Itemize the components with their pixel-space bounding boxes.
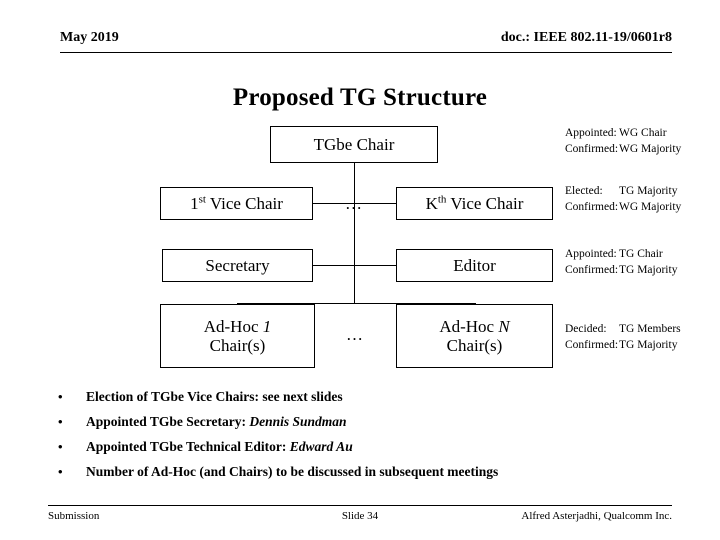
annotation-secretary-row2-value: TG Majority (619, 263, 678, 276)
annotation-chair-row2: Confirmed:WG Majority (565, 142, 681, 158)
annotation-vice-chair-selection: Elected: TG Majority Confirmed:WG Majorit… (565, 184, 681, 215)
footer-author: Alfred Asterjadhi, Qualcomm Inc. (521, 510, 672, 522)
node-tgbe-chair: TGbe Chair (270, 126, 438, 163)
node-editor-label: Editor (453, 255, 496, 275)
ellipsis-vice-chairs: … (345, 194, 364, 213)
annotation-chair-row2-label: Confirmed: (565, 142, 619, 155)
first-vice-chair-number: 1 (190, 193, 199, 213)
annotation-vice-chair-row1-value: TG Majority (619, 185, 678, 197)
node-first-vice-chair-label: 1st Vice Chair (190, 194, 283, 213)
annotation-vice-chair-row1: Elected: TG Majority (565, 184, 681, 200)
footer-divider (48, 505, 672, 506)
node-adhoc-first: Ad-Hoc 1 Chair(s) (160, 304, 315, 368)
annotation-secretary-row2-label: Confirmed: (565, 263, 619, 276)
node-adhoc-first-label: Ad-Hoc 1 Chair(s) (204, 317, 272, 355)
list-item: • Appointed TGbe Technical Editor: Edward… (40, 434, 680, 459)
adhoc-first-index: 1 (262, 316, 272, 336)
annotation-vice-chair-row2: Confirmed:WG Majority (565, 200, 681, 216)
annotation-adhoc-row1: Decided: TG Members (565, 322, 681, 338)
annotation-chair-row1-value: WG Chair (619, 127, 667, 139)
list-item: • Appointed TGbe Secretary: Dennis Sundma… (40, 409, 680, 434)
annotation-chair-row1: Appointed: WG Chair (565, 126, 681, 142)
node-adhoc-n: Ad-Hoc N Chair(s) (396, 304, 553, 368)
bullet-marker: • (58, 389, 63, 404)
bullet-text: Appointed TGbe Technical Editor: (86, 439, 290, 454)
adhoc-first-prefix: Ad-Hoc (203, 316, 263, 336)
bullet-text: Number of Ad-Hoc (and Chairs) to be disc… (86, 464, 499, 479)
annotation-adhoc-row2: Confirmed:TG Majority (565, 338, 681, 354)
connector-secretary-editor-horizontal (313, 265, 396, 266)
slide-footer: Submission Slide 34 Alfred Asterjadhi, Q… (48, 505, 672, 531)
connector-trunk-vertical (354, 163, 355, 303)
annotation-secretary-row1-label: Appointed: (565, 248, 617, 260)
node-first-vice-chair: 1st Vice Chair (160, 187, 313, 220)
annotation-secretary-editor-selection: Appointed: TG Chair Confirmed:TG Majority (565, 247, 677, 278)
annotation-chair-row1-label: Appointed: (565, 127, 617, 139)
bullet-marker: • (58, 439, 63, 454)
annotation-secretary-row2: Confirmed:TG Majority (565, 263, 677, 279)
kth-vice-chair-number: K (425, 193, 438, 213)
list-item: • Election of TGbe Vice Chairs: see next … (40, 384, 680, 409)
annotation-adhoc-row2-label: Confirmed: (565, 338, 619, 351)
ellipsis-adhoc: … (346, 325, 365, 344)
bullet-emphasis: Dennis Sundman (249, 414, 347, 429)
adhoc-first-chairs: Chair(s) (209, 336, 266, 355)
adhoc-n-prefix: Ad-Hoc (439, 316, 499, 336)
annotation-adhoc-row1-label: Decided: (565, 323, 607, 335)
node-secretary-label: Secretary (205, 255, 270, 275)
annotation-vice-chair-row2-label: Confirmed: (565, 200, 619, 213)
node-secretary: Secretary (162, 249, 313, 282)
annotation-chair-row2-value: WG Majority (619, 142, 682, 155)
annotation-adhoc-selection: Decided: TG Members Confirmed:TG Majority (565, 322, 681, 353)
bullet-text: Appointed TGbe Secretary: (86, 414, 250, 429)
node-kth-vice-chair-label: Kth Vice Chair (426, 194, 524, 213)
first-vice-chair-ordinal-suffix: st (198, 193, 206, 206)
annotation-chair-selection: Appointed: WG Chair Confirmed:WG Majority (565, 126, 681, 157)
annotation-adhoc-row2-value: TG Majority (619, 338, 678, 351)
annotation-vice-chair-row2-value: WG Majority (619, 200, 682, 213)
node-adhoc-n-label: Ad-Hoc N Chair(s) (439, 317, 509, 355)
bullet-text: Election of TGbe Vice Chairs: see next s… (86, 389, 343, 404)
adhoc-n-index: N (498, 316, 510, 336)
bullet-marker: • (58, 464, 63, 479)
annotation-secretary-row1-value: TG Chair (619, 248, 663, 260)
annotation-vice-chair-row1-label: Elected: (565, 185, 603, 197)
bullet-emphasis: Edward Au (289, 439, 353, 454)
list-item: • Number of Ad-Hoc (and Chairs) to be dis… (40, 459, 680, 484)
bullet-list: • Election of TGbe Vice Chairs: see next … (40, 384, 680, 484)
node-editor: Editor (396, 249, 553, 282)
adhoc-n-chairs: Chair(s) (446, 336, 503, 355)
first-vice-chair-role: Vice Chair (205, 193, 283, 213)
bullet-marker: • (58, 414, 63, 429)
kth-vice-chair-role: Vice Chair (446, 193, 524, 213)
node-kth-vice-chair: Kth Vice Chair (396, 187, 553, 220)
annotation-adhoc-row1-value: TG Members (619, 323, 681, 335)
node-tgbe-chair-label: TGbe Chair (313, 134, 395, 154)
annotation-secretary-row1: Appointed: TG Chair (565, 247, 677, 263)
